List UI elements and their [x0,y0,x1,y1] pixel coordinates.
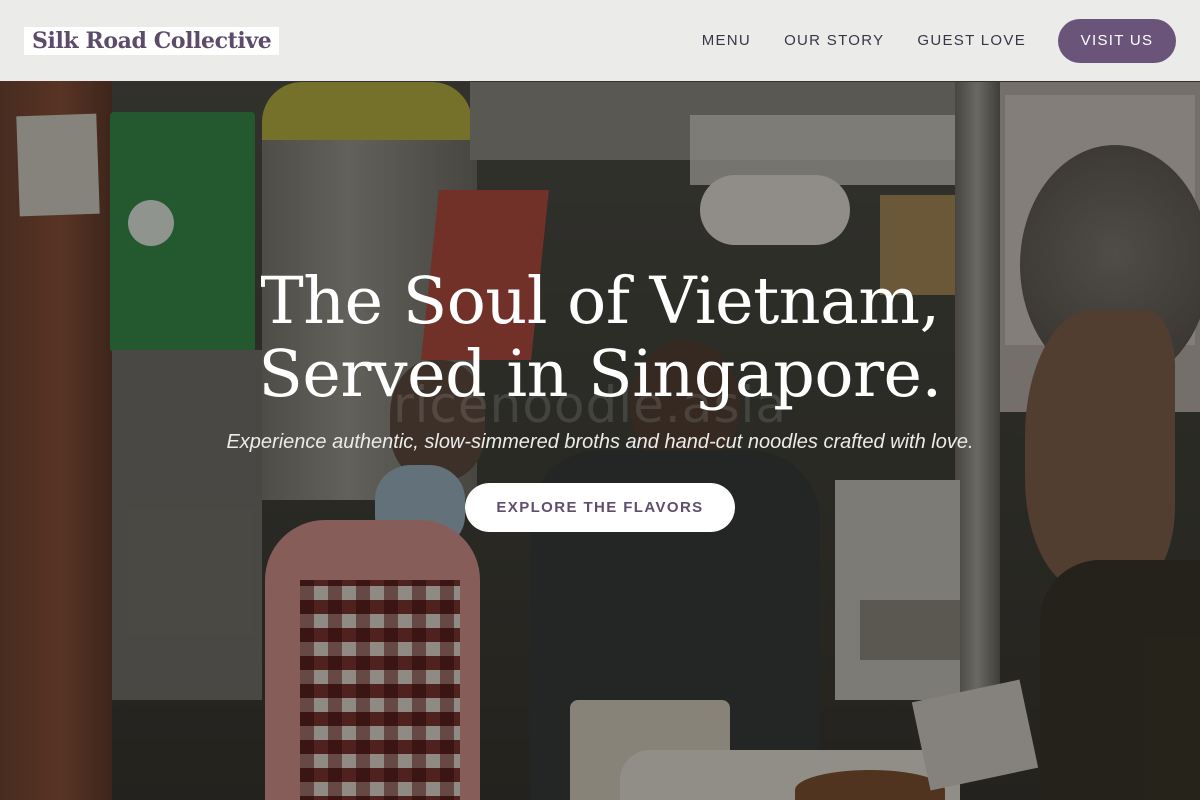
visit-us-button[interactable]: VISIT US [1058,18,1176,63]
nav-link-guest-love[interactable]: GUEST LOVE [917,32,1026,49]
nav-link-our-story[interactable]: OUR STORY [784,32,884,49]
site-header: Silk Road Collective MENU OUR STORY GUES… [0,0,1200,81]
hero-content: The Soul of Vietnam, Served in Singapore… [0,265,1200,532]
hero-subtitle: Experience authentic, slow-simmered brot… [226,431,974,453]
hero-headline: The Soul of Vietnam, Served in Singapore… [0,265,1200,411]
hero-headline-line-1: The Soul of Vietnam, [260,264,940,339]
main-nav: MENU OUR STORY GUEST LOVE VISIT US [702,18,1176,63]
hero-headline-line-2: Served in Singapore. [258,337,942,412]
nav-link-menu[interactable]: MENU [702,32,751,49]
explore-flavors-button[interactable]: EXPLORE THE FLAVORS [465,483,735,532]
brand-logo[interactable]: Silk Road Collective [24,26,280,55]
